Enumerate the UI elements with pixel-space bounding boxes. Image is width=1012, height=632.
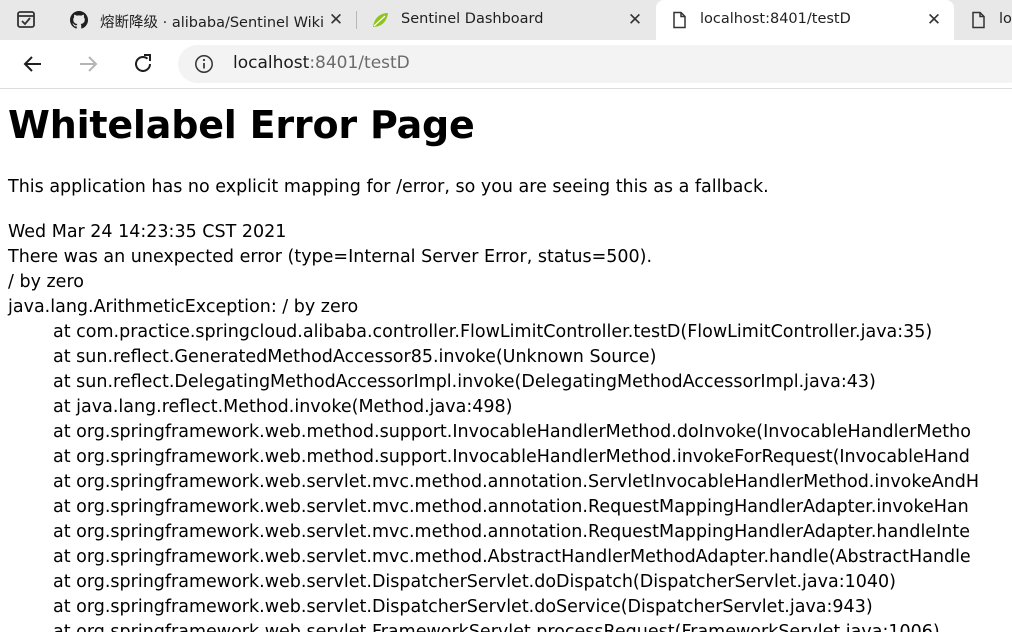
stack-trace-line: at org.springframework.web.method.suppor… — [53, 422, 971, 442]
sentinel-leaf-icon — [373, 13, 388, 27]
stack-trace-line: at org.springframework.web.servlet.mvc.m… — [53, 497, 969, 517]
forward-arrow-icon[interactable] — [76, 52, 100, 76]
stack-trace-line: at sun.reflect.DelegatingMethodAccessorI… — [53, 372, 876, 392]
tab-actions-icon[interactable] — [16, 10, 38, 30]
stack-trace-line: at org.springframework.web.method.suppor… — [53, 447, 970, 467]
stack-trace-line: at org.springframework.web.servlet.mvc.m… — [53, 547, 971, 567]
stack-trace-line: at org.springframework.web.servlet.mvc.m… — [53, 472, 979, 492]
stack-trace-line: at org.springframework.web.servlet.Dispa… — [53, 572, 896, 592]
tab-title: 熔断降级 · alibaba/Sentinel Wiki — [100, 15, 325, 31]
stack-trace-line: at org.springframework.web.servlet.mvc.m… — [53, 522, 970, 542]
back-arrow-icon[interactable] — [21, 52, 45, 76]
error-timestamp: Wed Mar 24 14:23:35 CST 2021 — [8, 222, 287, 242]
stack-trace-line: at java.lang.reflect.Method.invoke(Metho… — [53, 397, 513, 417]
tab-partial[interactable]: lo — [955, 0, 1012, 40]
tab-title: Sentinel Dashboard — [401, 11, 544, 27]
close-tab-icon[interactable]: ✕ — [626, 11, 644, 29]
error-detail: / by zero — [8, 272, 84, 292]
page-title: Whitelabel Error Page — [8, 103, 475, 147]
github-icon — [70, 11, 88, 29]
page-icon — [972, 11, 985, 29]
url-path: :8401/testD — [309, 53, 410, 73]
stack-trace-line: at org.springframework.web.servlet.Dispa… — [53, 597, 873, 617]
tab-sentinel-wiki[interactable]: 熔断降级 · alibaba/Sentinel Wiki ✕ — [56, 0, 356, 40]
page-icon — [673, 11, 686, 29]
page-content: Whitelabel Error Page This application h… — [0, 89, 1012, 632]
close-tab-icon[interactable]: ✕ — [327, 11, 345, 29]
tab-title: localhost:8401/testD — [700, 11, 851, 27]
tab-strip: 熔断降级 · alibaba/Sentinel Wiki ✕ Sentinel … — [0, 0, 1012, 40]
stack-trace-line: at com.practice.springcloud.alibaba.cont… — [53, 322, 933, 342]
refresh-icon[interactable] — [131, 52, 155, 76]
tab-actions — [0, 0, 56, 40]
tab-localhost-testd[interactable]: localhost:8401/testD ✕ — [656, 0, 954, 40]
exception-line: java.lang.ArithmeticException: / by zero — [8, 297, 359, 317]
error-details: Wed Mar 24 14:23:35 CST 2021 There was a… — [8, 220, 979, 632]
fallback-message: This application has no explicit mapping… — [8, 177, 769, 197]
address-bar[interactable]: localhost:8401/testD — [178, 45, 1012, 83]
stack-trace-line: at org.springframework.web.servlet.Frame… — [53, 622, 940, 632]
browser-toolbar: localhost:8401/testD — [0, 40, 1012, 89]
close-tab-icon[interactable]: ✕ — [925, 11, 943, 29]
error-summary: There was an unexpected error (type=Inte… — [8, 247, 653, 267]
url-host: localhost — [233, 53, 310, 73]
site-info-icon[interactable] — [194, 54, 214, 74]
tab-title: lo — [999, 11, 1012, 27]
tab-sentinel-dashboard[interactable]: Sentinel Dashboard ✕ — [357, 0, 655, 40]
address-url: localhost:8401/testD — [233, 53, 410, 73]
stack-trace-line: at sun.reflect.GeneratedMethodAccessor85… — [53, 347, 657, 367]
